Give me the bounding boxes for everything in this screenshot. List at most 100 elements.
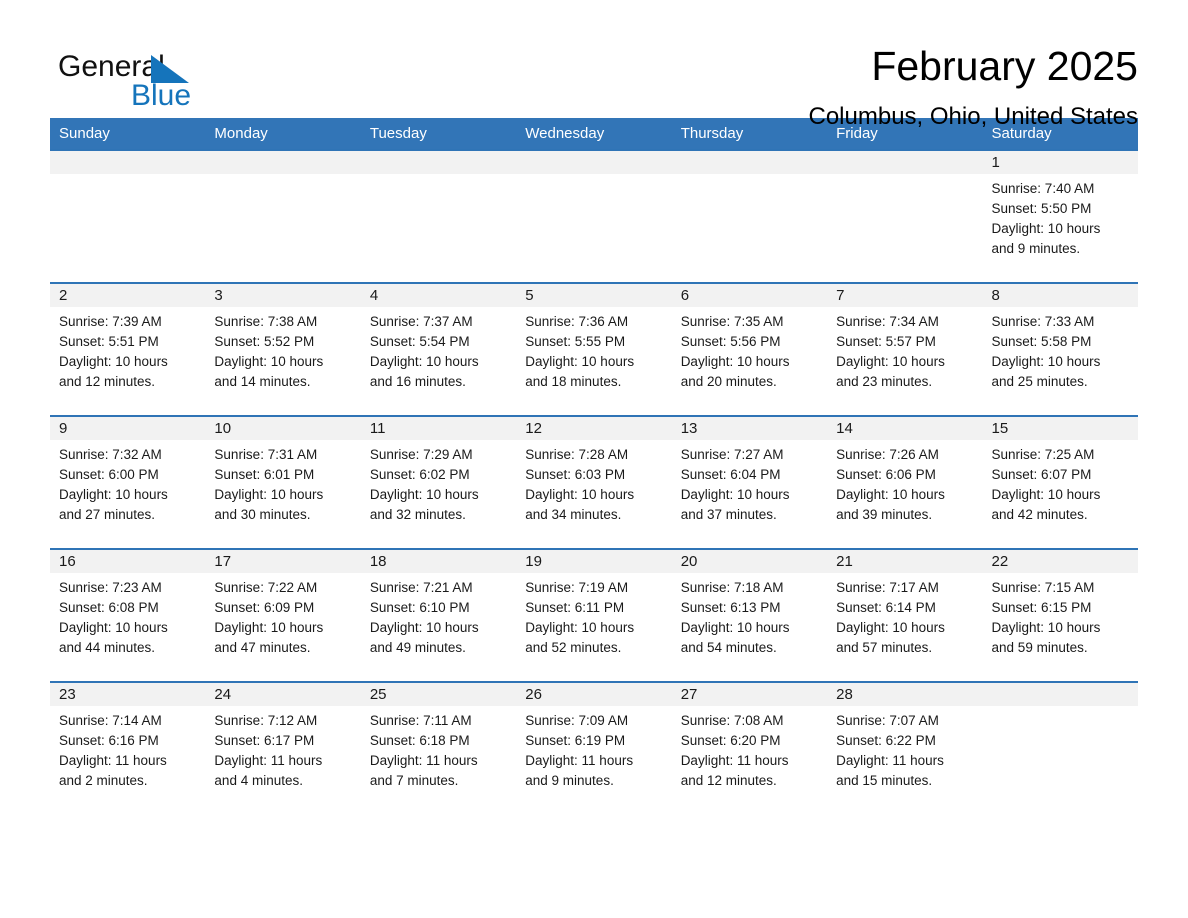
sunset-text: Sunset: 6:06 PM xyxy=(836,467,936,482)
daylight-text-line2: and 34 minutes. xyxy=(525,507,622,522)
sunrise-text: Sunrise: 7:28 AM xyxy=(525,447,629,462)
sunset-text: Sunset: 6:00 PM xyxy=(59,467,159,482)
sunrise-text: Sunrise: 7:40 AM xyxy=(991,181,1095,196)
day-number: 4 xyxy=(360,284,517,307)
day-cell-empty xyxy=(827,149,983,283)
day-number xyxy=(671,151,828,174)
daylight-text-line1: Daylight: 10 hours xyxy=(214,354,324,369)
day-cell[interactable]: 20 Sunrise: 7:18 AM Sunset: 6:13 PM Dayl… xyxy=(671,548,828,682)
day-cell[interactable]: 19 Sunrise: 7:19 AM Sunset: 6:11 PM Dayl… xyxy=(516,548,672,682)
day-cell[interactable]: 2 Sunrise: 7:39 AM Sunset: 5:51 PM Dayli… xyxy=(50,282,206,416)
day-number: 10 xyxy=(205,417,361,440)
day-number: 5 xyxy=(516,284,672,307)
page-header: General Blue February 2025 Columbus, Ohi… xyxy=(50,0,1138,130)
daylight-text-line1: Daylight: 10 hours xyxy=(59,620,168,635)
day-cell[interactable]: 7 Sunrise: 7:34 AM Sunset: 5:57 PM Dayli… xyxy=(827,282,983,416)
day-number: 26 xyxy=(516,683,672,706)
day-number xyxy=(360,151,517,174)
daylight-text-line1: Daylight: 10 hours xyxy=(59,487,168,502)
sunrise-text: Sunrise: 7:23 AM xyxy=(59,580,162,595)
day-cell[interactable]: 1 Sunrise: 7:40 AM Sunset: 5:50 PM Dayli… xyxy=(982,149,1138,283)
day-cell[interactable]: 22 Sunrise: 7:15 AM Sunset: 6:15 PM Dayl… xyxy=(982,548,1138,682)
day-cell[interactable]: 8 Sunrise: 7:33 AM Sunset: 5:58 PM Dayli… xyxy=(982,282,1138,416)
day-details xyxy=(50,174,205,179)
daylight-text-line2: and 59 minutes. xyxy=(991,640,1088,655)
sunrise-text: Sunrise: 7:35 AM xyxy=(680,314,784,329)
weekday-header-tuesday: Tuesday xyxy=(360,118,517,150)
sunset-text: Sunset: 5:51 PM xyxy=(59,334,159,349)
calendar-week-row: 2 Sunrise: 7:39 AM Sunset: 5:51 PM Dayli… xyxy=(50,282,1138,416)
day-number: 9 xyxy=(50,417,206,440)
sunrise-text: Sunrise: 7:17 AM xyxy=(836,580,939,595)
sunset-text: Sunset: 6:16 PM xyxy=(59,733,159,748)
daylight-text-line1: Daylight: 10 hours xyxy=(680,354,790,369)
day-details: Sunrise: 7:19 AM Sunset: 6:11 PM Dayligh… xyxy=(516,573,671,658)
daylight-text-line1: Daylight: 10 hours xyxy=(214,620,324,635)
sunrise-text: Sunrise: 7:12 AM xyxy=(214,713,318,728)
day-cell[interactable]: 25 Sunrise: 7:11 AM Sunset: 6:18 PM Dayl… xyxy=(360,681,517,815)
day-details xyxy=(205,174,360,179)
daylight-text-line1: Daylight: 10 hours xyxy=(369,487,479,502)
day-cell[interactable]: 5 Sunrise: 7:36 AM Sunset: 5:55 PM Dayli… xyxy=(516,282,672,416)
day-details: Sunrise: 7:32 AM Sunset: 6:00 PM Dayligh… xyxy=(50,440,205,525)
day-cell[interactable]: 18 Sunrise: 7:21 AM Sunset: 6:10 PM Dayl… xyxy=(360,548,517,682)
weekday-header-monday: Monday xyxy=(205,118,361,150)
sunrise-text: Sunrise: 7:34 AM xyxy=(836,314,939,329)
weekday-header-thursday: Thursday xyxy=(671,118,828,150)
sunrise-text: Sunrise: 7:39 AM xyxy=(59,314,162,329)
day-number: 12 xyxy=(516,417,672,440)
day-cell[interactable]: 17 Sunrise: 7:22 AM Sunset: 6:09 PM Dayl… xyxy=(205,548,361,682)
daylight-text-line2: and 47 minutes. xyxy=(214,640,311,655)
sunset-text: Sunset: 6:19 PM xyxy=(525,733,626,748)
day-cell[interactable]: 27 Sunrise: 7:08 AM Sunset: 6:20 PM Dayl… xyxy=(671,681,828,815)
day-number: 24 xyxy=(205,683,361,706)
day-cell[interactable]: 16 Sunrise: 7:23 AM Sunset: 6:08 PM Dayl… xyxy=(50,548,206,682)
sunset-text: Sunset: 6:14 PM xyxy=(836,600,936,615)
day-cell[interactable]: 26 Sunrise: 7:09 AM Sunset: 6:19 PM Dayl… xyxy=(516,681,672,815)
day-details: Sunrise: 7:25 AM Sunset: 6:07 PM Dayligh… xyxy=(983,440,1138,525)
day-details: Sunrise: 7:23 AM Sunset: 6:08 PM Dayligh… xyxy=(50,573,205,658)
sunrise-text: Sunrise: 7:19 AM xyxy=(525,580,629,595)
day-number xyxy=(982,683,1138,706)
daylight-text-line2: and 25 minutes. xyxy=(991,374,1088,389)
sunrise-text: Sunrise: 7:09 AM xyxy=(525,713,629,728)
day-cell[interactable]: 21 Sunrise: 7:17 AM Sunset: 6:14 PM Dayl… xyxy=(827,548,983,682)
day-details: Sunrise: 7:09 AM Sunset: 6:19 PM Dayligh… xyxy=(516,706,671,791)
day-cell[interactable]: 28 Sunrise: 7:07 AM Sunset: 6:22 PM Dayl… xyxy=(827,681,983,815)
day-details: Sunrise: 7:11 AM Sunset: 6:18 PM Dayligh… xyxy=(361,706,516,791)
day-details: Sunrise: 7:37 AM Sunset: 5:54 PM Dayligh… xyxy=(361,307,516,392)
daylight-text-line1: Daylight: 10 hours xyxy=(59,354,168,369)
day-cell[interactable]: 24 Sunrise: 7:12 AM Sunset: 6:17 PM Dayl… xyxy=(205,681,361,815)
daylight-text-line1: Daylight: 11 hours xyxy=(369,753,478,768)
day-cell[interactable]: 23 Sunrise: 7:14 AM Sunset: 6:16 PM Dayl… xyxy=(50,681,206,815)
day-details: Sunrise: 7:35 AM Sunset: 5:56 PM Dayligh… xyxy=(672,307,827,392)
daylight-text-line2: and 23 minutes. xyxy=(836,374,933,389)
daylight-text-line2: and 18 minutes. xyxy=(525,374,622,389)
day-cell[interactable]: 15 Sunrise: 7:25 AM Sunset: 6:07 PM Dayl… xyxy=(982,415,1138,549)
day-cell[interactable]: 12 Sunrise: 7:28 AM Sunset: 6:03 PM Dayl… xyxy=(516,415,672,549)
sunrise-text: Sunrise: 7:37 AM xyxy=(369,314,473,329)
day-cell-empty xyxy=(50,149,206,283)
sunrise-text: Sunrise: 7:31 AM xyxy=(214,447,318,462)
sunset-text: Sunset: 6:02 PM xyxy=(369,467,470,482)
day-cell[interactable]: 3 Sunrise: 7:38 AM Sunset: 5:52 PM Dayli… xyxy=(205,282,361,416)
day-details: Sunrise: 7:18 AM Sunset: 6:13 PM Dayligh… xyxy=(672,573,827,658)
day-details: Sunrise: 7:31 AM Sunset: 6:01 PM Dayligh… xyxy=(205,440,360,525)
sunrise-text: Sunrise: 7:36 AM xyxy=(525,314,629,329)
daylight-text-line1: Daylight: 11 hours xyxy=(680,753,789,768)
sunrise-text: Sunrise: 7:14 AM xyxy=(59,713,162,728)
daylight-text-line1: Daylight: 11 hours xyxy=(525,753,634,768)
day-cell[interactable]: 13 Sunrise: 7:27 AM Sunset: 6:04 PM Dayl… xyxy=(671,415,828,549)
day-cell[interactable]: 11 Sunrise: 7:29 AM Sunset: 6:02 PM Dayl… xyxy=(360,415,517,549)
day-number: 13 xyxy=(671,417,828,440)
day-number xyxy=(827,151,983,174)
day-details: Sunrise: 7:21 AM Sunset: 6:10 PM Dayligh… xyxy=(361,573,516,658)
day-cell[interactable]: 9 Sunrise: 7:32 AM Sunset: 6:00 PM Dayli… xyxy=(50,415,206,549)
sunrise-text: Sunrise: 7:27 AM xyxy=(680,447,784,462)
day-cell[interactable]: 14 Sunrise: 7:26 AM Sunset: 6:06 PM Dayl… xyxy=(827,415,983,549)
sunset-text: Sunset: 5:57 PM xyxy=(836,334,936,349)
generalblue-logo[interactable]: General Blue xyxy=(50,42,250,112)
day-cell[interactable]: 4 Sunrise: 7:37 AM Sunset: 5:54 PM Dayli… xyxy=(360,282,517,416)
day-cell[interactable]: 10 Sunrise: 7:31 AM Sunset: 6:01 PM Dayl… xyxy=(205,415,361,549)
day-cell[interactable]: 6 Sunrise: 7:35 AM Sunset: 5:56 PM Dayli… xyxy=(671,282,828,416)
